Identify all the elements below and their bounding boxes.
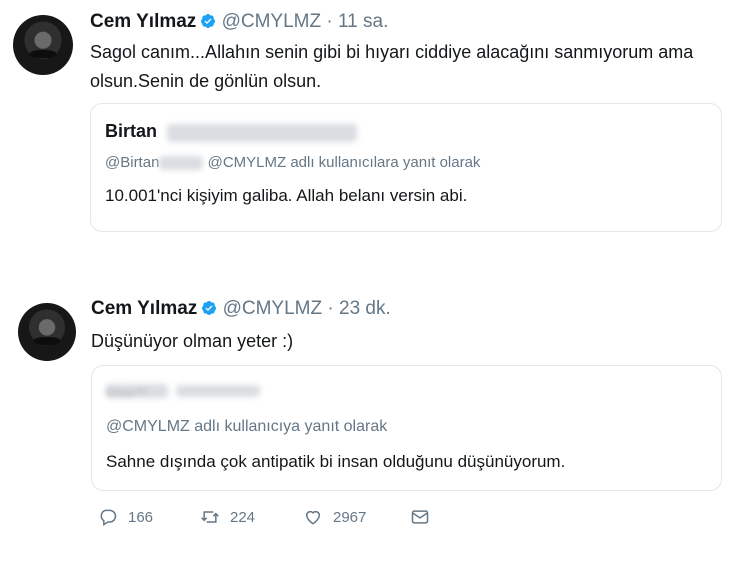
- heart-icon: [305, 510, 321, 525]
- tweet-text: Sagol canım...Allahın senin gibi bi hıya…: [90, 42, 694, 91]
- quoted-header: Emre™: [106, 382, 261, 400]
- blurred-surname: [167, 123, 358, 142]
- quoted-tweet[interactable]: Birtan @Birtan @CMYLMZ adlı kullanıcılar…: [90, 103, 722, 232]
- verified-badge-icon: [202, 301, 217, 315]
- avatar[interactable]: [18, 303, 76, 361]
- retweet-count: 224: [230, 508, 256, 526]
- tweet-header: Cem Yılmaz @CMYLMZ · 23 dk.: [91, 298, 391, 320]
- timestamp[interactable]: 11 sa.: [338, 11, 388, 32]
- quoted-tweet[interactable]: Emre™ @CMYLMZ adlı kullanıcıya yanıt ola…: [91, 365, 722, 491]
- quoted-text: 10.001'nci kişiyim galiba. Allah belanı …: [105, 186, 468, 205]
- reply-button[interactable]: 166: [98, 507, 153, 527]
- blurred-quoted-handle: [176, 384, 261, 397]
- blurred-handle: [159, 156, 204, 171]
- reply-context: @CMYLMZ adlı kullanıcıya yanıt olarak: [106, 418, 388, 435]
- quoted-text: Sahne dışında çok antipatik bi insan old…: [106, 452, 566, 471]
- retweet-icon: [201, 511, 219, 523]
- separator: ·: [326, 11, 333, 32]
- display-name[interactable]: Cem Yılmaz: [90, 11, 196, 32]
- verified-badge-icon: [201, 14, 216, 28]
- reply-icon: [100, 509, 117, 526]
- quoted-handle: @Birtan: [105, 154, 160, 171]
- blurred-quoted-name: Emre™: [106, 383, 168, 400]
- separator: ·: [327, 298, 334, 319]
- like-button[interactable]: 2967: [303, 507, 366, 527]
- envelope-icon: [411, 510, 429, 524]
- timestamp[interactable]: 23 dk.: [339, 298, 391, 319]
- handle[interactable]: @CMYLMZ: [222, 11, 322, 32]
- tweet-text: Düşünüyor olman yeter :): [91, 331, 294, 351]
- avatar[interactable]: [13, 15, 73, 75]
- direct-message-button[interactable]: [410, 507, 440, 527]
- quoted-reply-line: @Birtan @CMYLMZ adlı kullanıcılara yanıt…: [105, 154, 480, 171]
- like-count: 2967: [333, 508, 367, 526]
- retweet-button[interactable]: 224: [200, 507, 255, 527]
- reply-context: @CMYLMZ adlı kullanıcılara yanıt olarak: [207, 154, 481, 171]
- quoted-name: Birtan: [105, 121, 158, 141]
- display-name[interactable]: Cem Yılmaz: [91, 298, 197, 319]
- quoted-header: Birtan: [105, 121, 358, 142]
- handle[interactable]: @CMYLMZ: [223, 298, 323, 319]
- reply-count: 166: [128, 508, 154, 526]
- tweet-header: Cem Yılmaz @CMYLMZ · 11 sa.: [90, 11, 388, 33]
